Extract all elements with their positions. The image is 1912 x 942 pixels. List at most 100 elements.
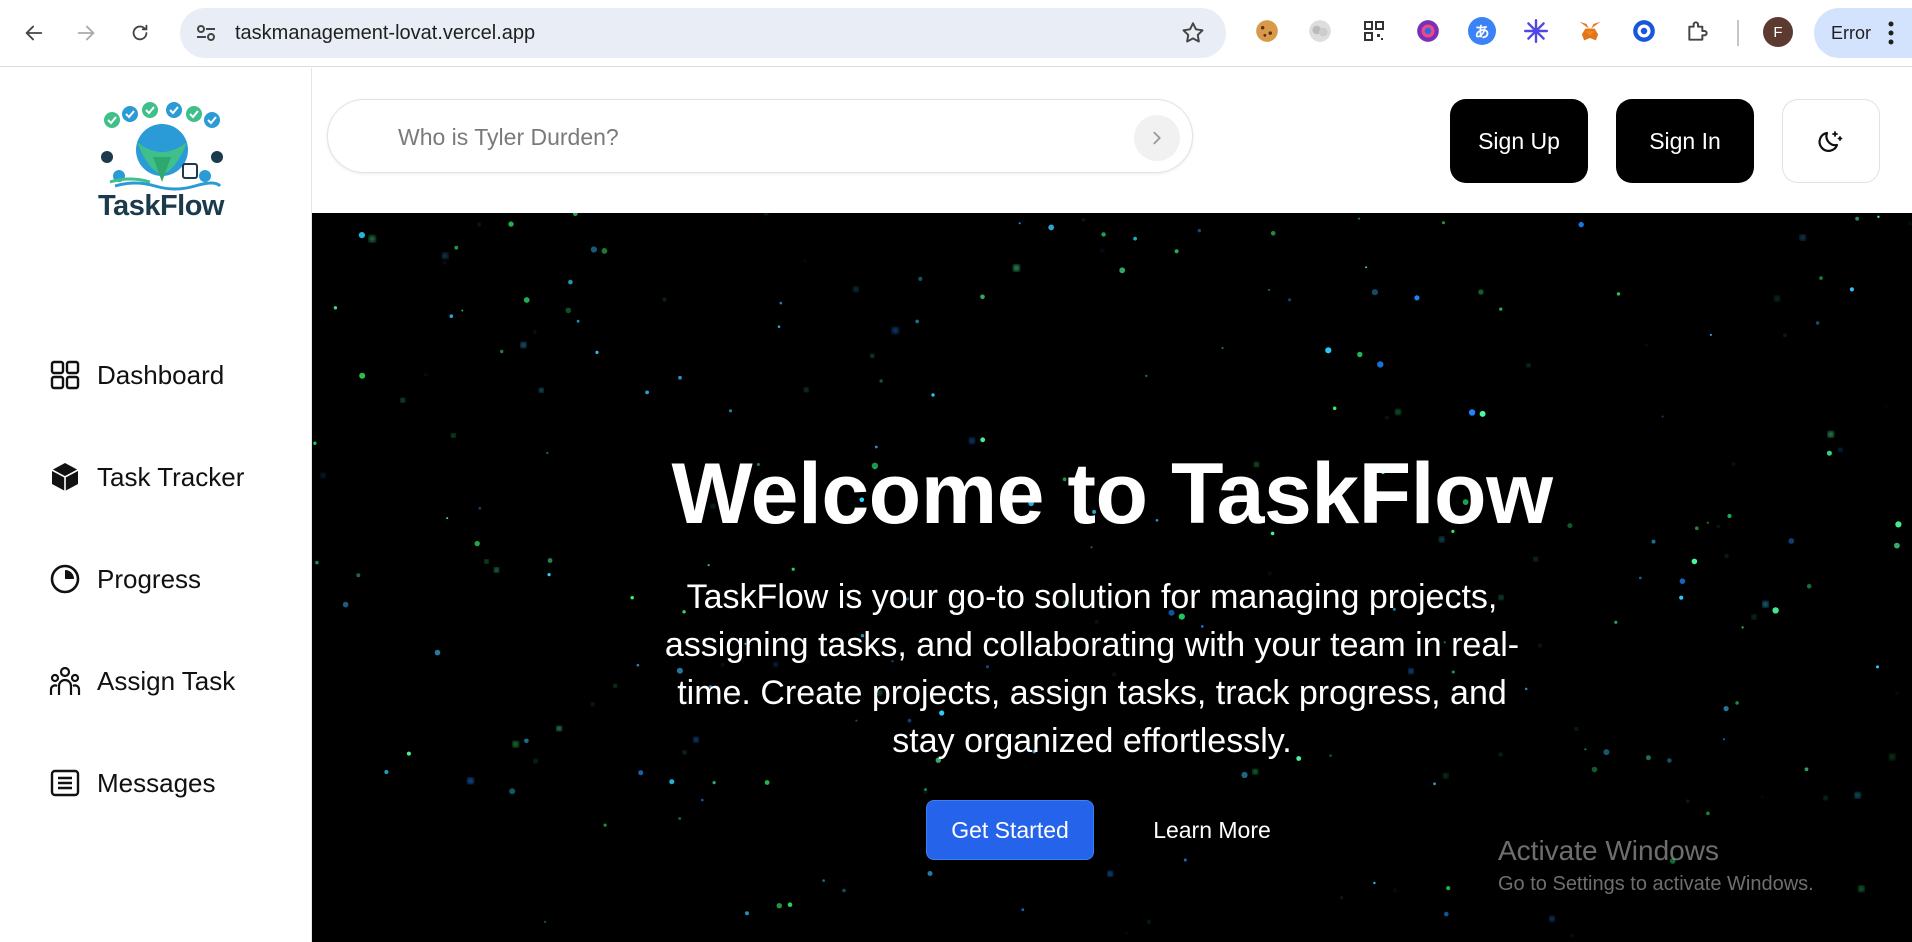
cube-icon [51,463,79,491]
profile-avatar[interactable]: F [1763,17,1793,47]
particle [1855,216,1859,221]
particle [1385,416,1389,420]
qr-extension-icon[interactable] [1360,17,1388,45]
particle [1365,266,1368,269]
particle [400,398,405,403]
error-label: Error [1831,23,1871,43]
theme-toggle-button[interactable] [1782,99,1880,183]
particle [1806,584,1812,589]
reload-button[interactable] [120,13,160,53]
particle [484,559,489,564]
particle [494,567,499,573]
particle [678,817,682,820]
target-extension-icon[interactable] [1630,17,1658,45]
particle [1373,881,1376,885]
sidebar-item-assign-task[interactable]: Assign Task [48,656,235,706]
particle [543,920,547,924]
particle [842,888,846,893]
search-bar[interactable] [327,99,1193,173]
particle [1288,298,1292,302]
particle [547,558,553,563]
particle [980,294,985,300]
particle [638,770,644,776]
particle [1241,771,1248,779]
particle [601,248,608,254]
particle [931,393,935,397]
particle [870,354,874,358]
cookie-extension-icon[interactable] [1253,17,1281,45]
error-button[interactable]: Error [1814,8,1912,58]
search-input[interactable] [398,120,1098,154]
metamask-fox-icon[interactable] [1576,17,1604,45]
particle [1858,885,1865,892]
particle [454,245,459,250]
particle [533,330,537,334]
back-button[interactable] [14,13,54,53]
particle [1533,557,1538,562]
get-started-button[interactable]: Get Started [926,800,1094,860]
site-info-icon[interactable] [194,21,218,45]
bookmark-star-icon[interactable] [1180,20,1206,46]
particle [1358,217,1361,220]
particle [853,286,859,292]
hero-title: Welcome to TaskFlow [671,446,1553,542]
particle [1101,232,1106,237]
hero-section: Welcome to TaskFlow TaskFlow is your go-… [312,213,1912,942]
particle [1332,406,1337,411]
particle [1679,578,1686,584]
particle [315,560,319,565]
sparkle-extension-icon[interactable] [1522,17,1550,45]
particle [1686,799,1689,803]
cloud-extension-icon[interactable] [1306,17,1334,45]
sidebar-item-task-tracker[interactable]: Task Tracker [48,452,244,502]
search-submit-button[interactable] [1134,115,1180,161]
particle [384,769,389,775]
particle [520,342,527,348]
particle [1446,886,1451,891]
learn-more-button[interactable]: Learn More [1132,800,1292,860]
particle [524,738,529,744]
sidebar-item-progress[interactable]: Progress [48,554,201,604]
particle [745,911,749,916]
particle [804,387,809,392]
particle [1444,911,1449,917]
particle [1849,287,1854,292]
particle [707,564,710,567]
sign-in-button[interactable]: Sign In [1616,99,1754,183]
particle [918,276,923,281]
particle [1174,249,1179,254]
particle [776,903,782,909]
extensions-puzzle-icon[interactable] [1684,17,1712,45]
particle [1760,795,1764,798]
particle [508,221,514,227]
particle [1762,601,1769,608]
sign-up-button[interactable]: Sign Up [1450,99,1588,183]
particle [1723,706,1729,712]
color-extension-icon[interactable] [1414,17,1442,45]
particle [1735,701,1739,705]
particle [969,437,975,444]
particle [1819,276,1823,280]
address-bar[interactable]: taskmanagement-lovat.vercel.app [180,8,1226,58]
particle [333,306,338,310]
particle [477,223,481,226]
particle [1100,249,1104,253]
particle [678,375,682,380]
particle [556,726,562,731]
sidebar-item-messages[interactable]: Messages [48,758,216,808]
particle [1119,267,1126,274]
users-icon [49,666,81,695]
particle [1741,626,1744,629]
particle [1645,755,1651,761]
particle [1126,932,1128,935]
particle [779,301,783,305]
particle [1414,295,1420,301]
particle [728,409,733,413]
translate-extension-icon[interactable]: あ [1468,17,1496,45]
forward-button[interactable] [66,13,106,53]
sidebar-item-dashboard[interactable]: Dashboard [48,350,224,400]
watermark-line-1: Activate Windows [1498,835,1719,866]
browser-toolbar: taskmanagement-lovat.vercel.app あ F Erro… [0,0,1912,67]
particle [461,309,464,312]
particle [1706,811,1710,816]
